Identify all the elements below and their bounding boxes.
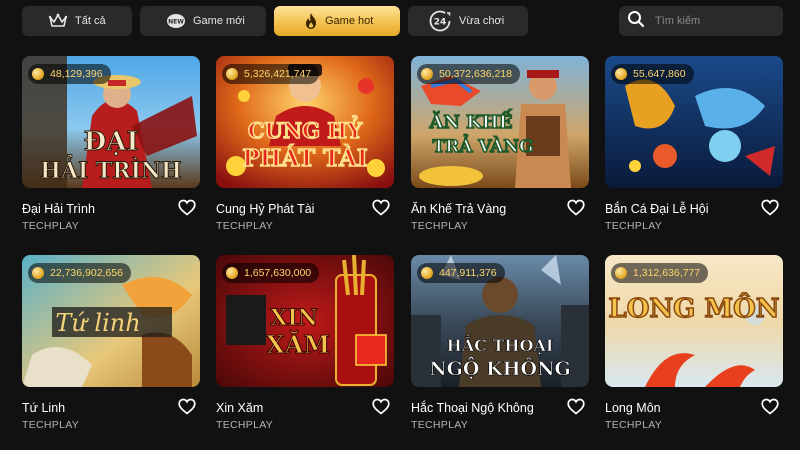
coin-icon	[615, 68, 627, 80]
art-title-line: TRẢ VÀNG	[432, 134, 533, 157]
svg-text:24: 24	[434, 18, 447, 28]
game-card[interactable]: 22,736,902,656 Tứ linh Tứ Linh TECHPLAY	[22, 255, 200, 431]
game-card[interactable]: 1,312,636,777 LONG MÔN Long Môn TECHPLAY	[605, 255, 783, 431]
card-title-row: Long Môn	[605, 398, 783, 415]
flame-icon	[304, 12, 318, 30]
heart-icon[interactable]	[372, 398, 390, 420]
game-provider: TECHPLAY	[605, 220, 663, 232]
game-thumbnail[interactable]: 48,129,396 ĐẠI HẢI TRÌNH	[22, 56, 200, 188]
search-input[interactable]	[655, 15, 775, 27]
game-art-title: HẮC THOẠI NGỘ KHÔNG	[429, 333, 571, 381]
card-title-row: Xin Xăm	[216, 398, 394, 415]
art-title-line: HẢI TRÌNH	[40, 154, 182, 184]
new-badge-icon: NEW	[166, 13, 186, 29]
game-provider: TECHPLAY	[216, 220, 274, 232]
game-thumbnail[interactable]: 55,647,860	[605, 56, 783, 188]
heart-icon[interactable]	[761, 398, 779, 420]
game-thumbnail[interactable]: 22,736,902,656 Tứ linh	[22, 255, 200, 387]
game-art-title: ĐẠI HẢI TRÌNH	[40, 127, 183, 185]
game-art-title: CUNG HỶ PHÁT TÀI	[242, 114, 369, 173]
jackpot-amount: 55,647,860	[633, 68, 686, 80]
game-thumbnail[interactable]: 5,326,421,747 CUNG HỶ PHÁT TÀI	[216, 56, 394, 188]
game-name[interactable]: Bắn Cá Đại Lễ Hội	[605, 202, 709, 216]
heart-icon[interactable]	[178, 398, 196, 420]
game-name[interactable]: Tứ Linh	[22, 401, 65, 415]
crown-icon	[48, 13, 68, 29]
art-title-line: XĂM	[266, 330, 330, 359]
card-title-row: Hắc Thoại Ngộ Không	[411, 398, 589, 415]
tab-new-games[interactable]: NEW Game mới	[140, 6, 266, 36]
art-title-line: HẮC THOẠI	[447, 333, 554, 355]
heart-icon[interactable]	[567, 199, 585, 221]
game-provider: TECHPLAY	[411, 220, 469, 232]
card-title-row: Bắn Cá Đại Lễ Hội	[605, 199, 783, 216]
tab-hot-games[interactable]: Game hot	[274, 6, 400, 36]
game-card[interactable]: 1,657,630,000 XIN XĂM Xin Xăm TECHPLAY	[216, 255, 394, 431]
card-title-row: Ăn Khế Trả Vàng	[411, 199, 589, 216]
tab-label: Game mới	[193, 15, 245, 27]
game-provider: TECHPLAY	[605, 419, 663, 431]
art-title-line: ĂN KHẾ	[428, 108, 512, 133]
art-title-line: CUNG HỶ	[248, 115, 363, 143]
game-art-title: XIN XĂM	[266, 305, 331, 360]
game-card[interactable]: 48,129,396 ĐẠI HẢI TRÌNH Đại Hải Trình T…	[22, 56, 200, 232]
game-name[interactable]: Xin Xăm	[216, 401, 263, 415]
game-art-title: LONG MÔN	[608, 291, 781, 325]
game-art-title: Tứ linh	[55, 309, 140, 337]
game-provider: TECHPLAY	[22, 419, 80, 431]
game-thumbnail[interactable]: 447,911,376 HẮC THOẠI NGỘ KHÔNG	[411, 255, 589, 387]
game-thumbnail[interactable]: 1,312,636,777 LONG MÔN	[605, 255, 783, 387]
art-title-line: NGỘ KHÔNG	[429, 356, 570, 380]
tab-all[interactable]: Tất cả	[22, 6, 132, 36]
tab-label: Game hot	[325, 15, 374, 27]
art-title-line: PHÁT TÀI	[242, 145, 367, 172]
card-title-row: Tứ Linh	[22, 398, 200, 415]
game-provider: TECHPLAY	[216, 419, 274, 431]
game-card[interactable]: 5,326,421,747 CUNG HỶ PHÁT TÀI Cung Hỷ P…	[216, 56, 394, 232]
tab-label: Vừa chơi	[459, 15, 505, 27]
card-title-row: Đại Hải Trình	[22, 199, 200, 216]
game-name[interactable]: Đại Hải Trình	[22, 202, 95, 216]
game-name[interactable]: Ăn Khế Trả Vàng	[411, 202, 506, 216]
heart-icon[interactable]	[372, 199, 390, 221]
svg-text:NEW: NEW	[168, 19, 184, 26]
tab-recently-played[interactable]: 24 Vừa chơi	[408, 6, 528, 36]
search-box	[619, 6, 783, 36]
heart-icon[interactable]	[178, 199, 196, 221]
game-provider: TECHPLAY	[22, 220, 80, 232]
game-card[interactable]: 447,911,376 HẮC THOẠI NGỘ KHÔNG Hắc Thoạ…	[411, 255, 589, 431]
art-title-line: Tứ linh	[55, 309, 140, 337]
clock-24-icon: 24	[428, 9, 452, 33]
game-name[interactable]: Long Môn	[605, 401, 661, 415]
jackpot-badge: 55,647,860	[611, 64, 694, 84]
card-title-row: Cung Hỷ Phát Tài	[216, 199, 394, 216]
heart-icon[interactable]	[761, 199, 779, 221]
game-card[interactable]: 55,647,860 Bắn Cá Đại Lễ Hội TECHPLAY	[605, 56, 783, 232]
game-provider: TECHPLAY	[411, 419, 469, 431]
tab-label: Tất cả	[75, 15, 106, 27]
search-icon[interactable]	[627, 10, 645, 33]
art-title-line: ĐẠI	[83, 127, 138, 157]
game-name[interactable]: Cung Hỷ Phát Tài	[216, 202, 314, 216]
game-name[interactable]: Hắc Thoại Ngộ Không	[411, 401, 534, 415]
heart-icon[interactable]	[567, 398, 585, 420]
game-thumbnail[interactable]: 1,657,630,000 XIN XĂM	[216, 255, 394, 387]
game-card[interactable]: 50,372,636,218 ĂN KHẾ TRẢ VÀNG Ăn Khế Tr…	[411, 56, 589, 232]
game-art-title: ĂN KHẾ TRẢ VÀNG	[428, 107, 535, 158]
art-title-line: LONG MÔN	[608, 292, 779, 324]
game-thumbnail[interactable]: 50,372,636,218 ĂN KHẾ TRẢ VÀNG	[411, 56, 589, 188]
art-title-line: XIN	[270, 305, 317, 331]
